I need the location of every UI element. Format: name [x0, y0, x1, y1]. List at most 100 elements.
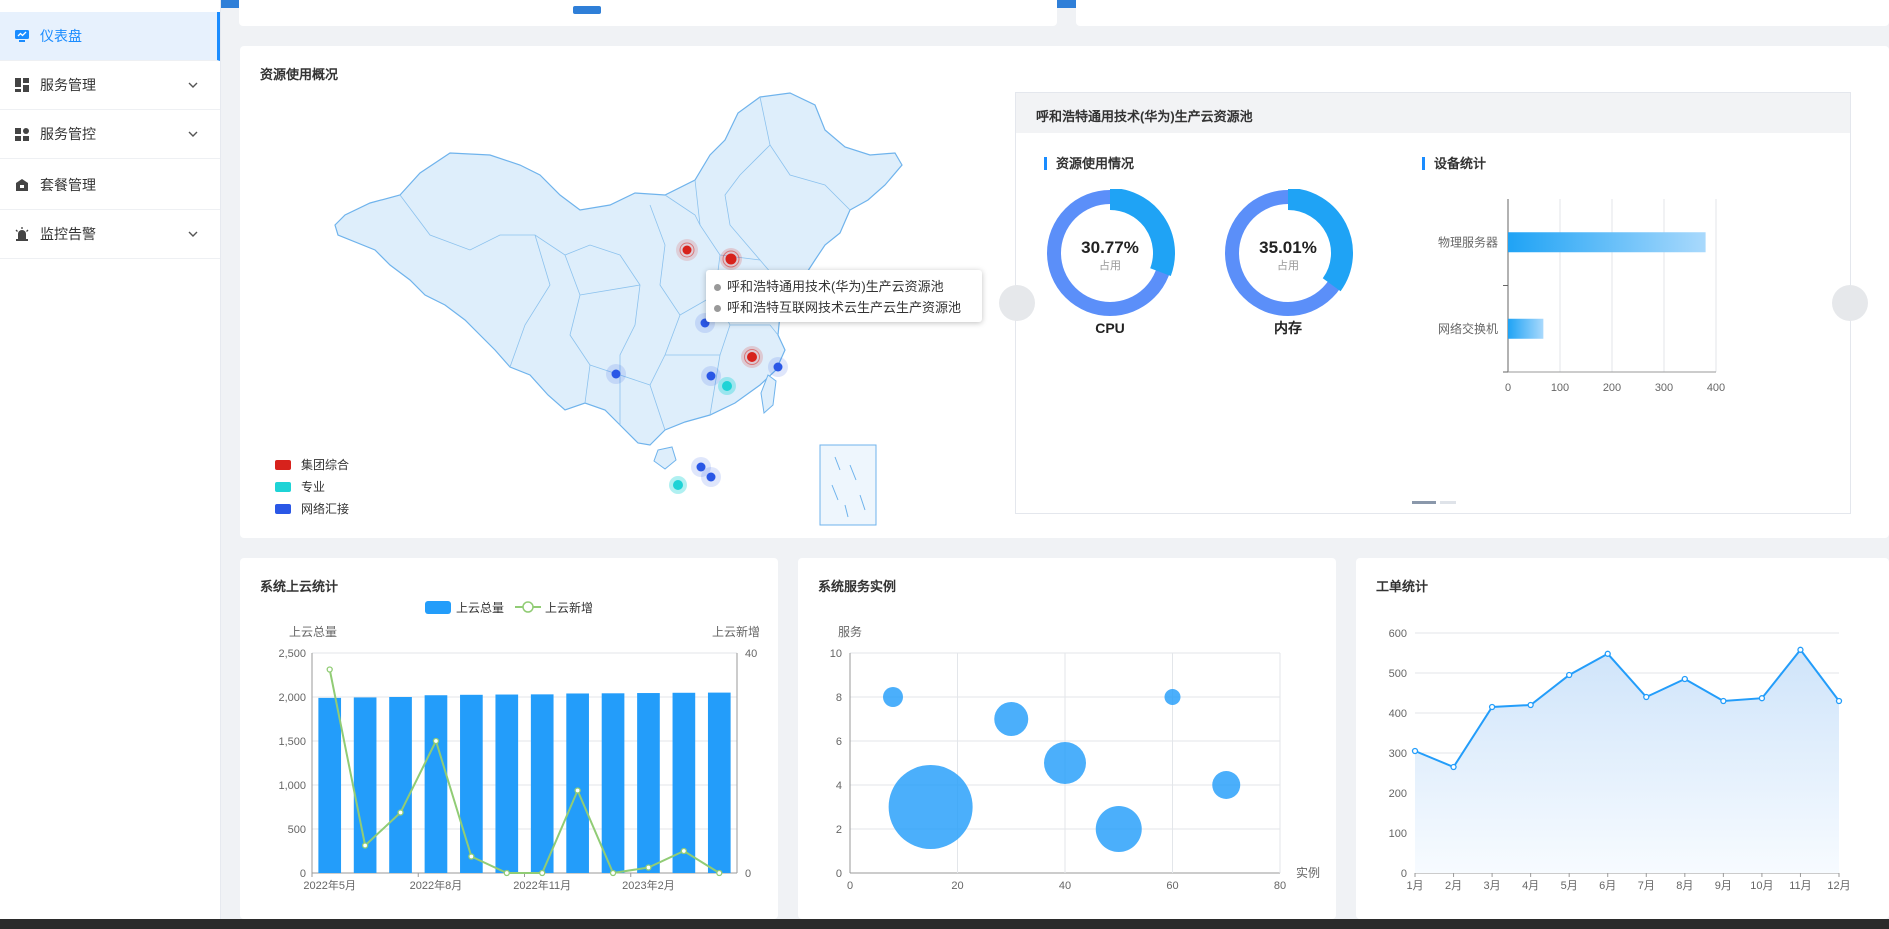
bar-total: [566, 693, 589, 873]
x-axis-title: 实例: [1296, 865, 1320, 880]
pool-title: 呼和浩特通用技术(华为)生产云资源池: [1016, 93, 1850, 133]
area-point: [1488, 703, 1496, 711]
gauge-sub: 占用: [1099, 258, 1121, 272]
bar-total: [460, 694, 483, 873]
legend-new-marker: [522, 601, 534, 613]
x-tick-label: 10月: [1750, 880, 1773, 892]
x-tick-label: 6月: [1599, 880, 1616, 892]
map-marker-cyan[interactable]: [718, 377, 736, 395]
tooltip-row: 呼和浩特互联网技术云生产云生产资源池: [714, 297, 974, 318]
x-tick-label: 100: [1551, 382, 1569, 394]
y-tick-label: 2: [836, 824, 842, 836]
right-tick-label: 40: [745, 648, 757, 660]
gauge-name: 内存: [1274, 320, 1302, 336]
sidebar-item-label: 服务管控: [40, 126, 96, 142]
device-bar: [1508, 232, 1706, 253]
gauge-sub: 占用: [1277, 258, 1299, 272]
workorders-area-chart[interactable]: 0 100 200 300 400 500 600 1月 2月 3月 4月 5月 6月 7月 8月 9月 10月…: [1356, 590, 1889, 919]
legend-item-professional[interactable]: 专业: [275, 478, 325, 495]
x-tick-label: 2022年8月: [410, 878, 463, 892]
map-marker-red[interactable]: [720, 248, 742, 270]
x-tick-label: 2022年11月: [513, 878, 571, 892]
map-marker-blue[interactable]: [606, 364, 626, 384]
area-point: [1411, 747, 1419, 755]
south-china-sea-inset: [819, 444, 877, 526]
usage-section-title: 资源使用情况: [1044, 157, 1134, 170]
map-marker-blue[interactable]: [768, 357, 788, 377]
legend-label: 网络汇接: [301, 502, 350, 516]
tooltip-text: 呼和浩特互联网技术云生产云生产资源池: [727, 300, 962, 315]
x-tick-label: 1月: [1406, 880, 1423, 892]
map-tooltip: 呼和浩特通用技术(华为)生产云资源池 呼和浩特互联网技术云生产云生产资源池: [706, 270, 982, 322]
carousel-prev-button[interactable]: [999, 285, 1035, 321]
x-tick-label: 400: [1707, 382, 1725, 394]
legend-total-label: 上云总量: [456, 601, 504, 615]
monitor-icon: [15, 30, 29, 42]
sidebar-item-monitoring-alarm[interactable]: 监控告警: [0, 210, 220, 259]
area-point: [1681, 675, 1688, 683]
bar-total: [530, 694, 554, 873]
legend-swatch: [275, 503, 291, 514]
legend-item-network[interactable]: 网络汇接: [275, 500, 349, 517]
pagination-dot-active[interactable]: [1412, 501, 1436, 504]
map-marker-blue[interactable]: [701, 467, 721, 487]
sidebar-item-service-management[interactable]: 服务管理: [0, 61, 220, 110]
chevron-down-icon[interactable]: [186, 227, 200, 241]
sidebar-item-service-control[interactable]: 服务管控: [0, 110, 220, 159]
x-tick-label: 5月: [1561, 880, 1578, 892]
x-tick-label: 60: [1166, 880, 1178, 892]
scatter-bubble: [883, 687, 903, 707]
grid-icon: [15, 78, 29, 92]
sidebar-item-package-management[interactable]: 套餐管理: [0, 161, 220, 210]
x-tick-label: 9月: [1715, 880, 1732, 892]
x-tick-label: 300: [1655, 382, 1673, 394]
chevron-down-icon[interactable]: [186, 78, 200, 92]
left-tick-label: 0: [300, 868, 306, 880]
scatter-bubble: [888, 765, 973, 849]
cpu-gauge[interactable]: 30.77% 占用 CPU: [1046, 189, 1186, 339]
scatter-bubble: [1164, 689, 1181, 705]
chevron-down-icon[interactable]: [186, 127, 200, 141]
device-bar-chart[interactable]: 0 100 200 300 400 物理服务器网络交换机: [1411, 193, 1741, 403]
map-marker-cyan[interactable]: [669, 476, 687, 494]
x-tick-label: 12月: [1827, 880, 1850, 892]
legend-item-group[interactable]: 集团综合: [275, 456, 349, 473]
resource-pool-panel: 呼和浩特通用技术(华为)生产云资源池 资源使用情况 设备统计 30.77% 占用…: [1015, 92, 1851, 514]
left-tick-label: 2,000: [278, 692, 306, 704]
y-tick-label: 600: [1389, 628, 1407, 640]
area-fill: [1415, 649, 1839, 873]
map-marker-blue[interactable]: [701, 366, 721, 386]
x-tick-label: 7月: [1638, 880, 1655, 892]
area-point: [1450, 763, 1457, 771]
point-new: [326, 666, 333, 673]
sidebar: 仪表盘 服务管理 服务管控 套餐管理 监控告警: [0, 0, 221, 919]
area-point: [1797, 646, 1804, 653]
cloud-stats-chart[interactable]: 上云总量 上云新增上云总量 上云新增05001,0001,5002,0002,500…: [240, 590, 778, 919]
x-tick-label: 4月: [1522, 880, 1539, 892]
package-icon: [16, 179, 28, 191]
alarm-icon: [15, 227, 29, 241]
map-marker-red[interactable]: [741, 346, 763, 368]
sidebar-item-dashboard[interactable]: 仪表盘: [0, 12, 220, 61]
carousel-next-button[interactable]: [1832, 285, 1868, 321]
china-map-outline: [334, 92, 903, 446]
memory-gauge[interactable]: 35.01% 占用 内存: [1224, 189, 1364, 339]
pagination-dot[interactable]: [1440, 501, 1456, 504]
point-new: [574, 787, 581, 794]
y-tick-label: 6: [836, 736, 842, 748]
y-tick-label: 0: [1401, 868, 1407, 880]
x-tick-label: 80: [1274, 880, 1286, 892]
apps-icon: [15, 128, 29, 141]
x-tick-label: 2月: [1445, 880, 1462, 892]
bar-total: [601, 693, 625, 873]
area-point: [1604, 650, 1611, 657]
point-new: [503, 869, 510, 877]
sidebar-item-label: 监控告警: [40, 226, 96, 242]
bar-total: [672, 692, 696, 873]
gauge-name: CPU: [1095, 320, 1125, 336]
legend-swatch: [275, 481, 291, 492]
map-marker-red[interactable]: [676, 239, 698, 261]
left-tick-label: 2,500: [278, 648, 306, 660]
bar-total: [637, 693, 660, 873]
instances-scatter-chart[interactable]: 服务 0 2 4 6 8 10 0 20 40 60 80 实例: [798, 590, 1336, 919]
